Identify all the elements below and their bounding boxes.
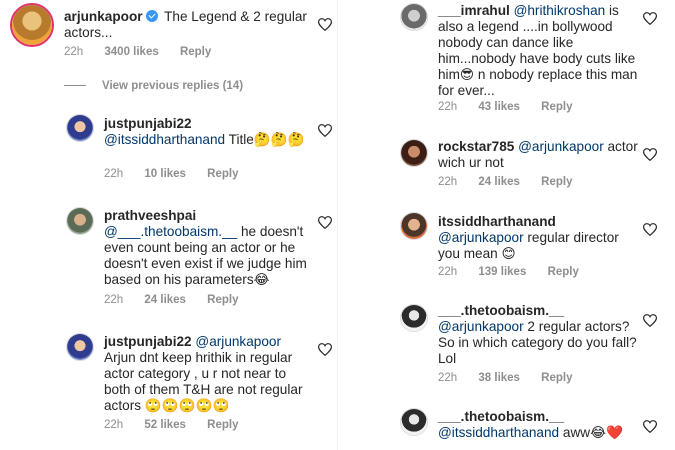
- emoji-laughing: 😂: [253, 272, 270, 287]
- reply-button[interactable]: Reply: [541, 101, 572, 113]
- reply-button[interactable]: Reply: [180, 46, 211, 58]
- avatar[interactable]: [400, 3, 428, 31]
- reply-button[interactable]: Reply: [207, 294, 238, 306]
- heart-icon[interactable]: [643, 223, 657, 236]
- comment-time: 22h: [438, 372, 458, 384]
- comment-username[interactable]: ___imrahul: [438, 3, 510, 18]
- likes-count[interactable]: 24 likes: [144, 294, 186, 306]
- comment-username[interactable]: ___.thetoobaism.__: [438, 409, 564, 424]
- avatar[interactable]: [66, 333, 94, 361]
- avatar[interactable]: [66, 207, 94, 235]
- comment-time: 22h: [104, 294, 124, 306]
- mention-link[interactable]: @___.thetoobaism.__: [104, 224, 237, 239]
- likes-count[interactable]: 52 likes: [144, 419, 186, 431]
- avatar[interactable]: [400, 139, 428, 167]
- avatar[interactable]: [400, 212, 428, 240]
- reply-button[interactable]: Reply: [207, 168, 238, 180]
- avatar[interactable]: [10, 3, 54, 47]
- heart-icon[interactable]: [318, 216, 332, 229]
- reply-button[interactable]: Reply: [548, 266, 579, 278]
- heart-icon[interactable]: [643, 12, 657, 25]
- mention-link[interactable]: @arjunkapoor: [518, 139, 604, 154]
- heart-icon[interactable]: [318, 124, 332, 137]
- heart-icon[interactable]: [643, 314, 657, 327]
- reply-button[interactable]: Reply: [541, 372, 572, 384]
- avatar[interactable]: [400, 304, 428, 332]
- comment-time: 22h: [438, 176, 458, 188]
- view-previous-replies[interactable]: View previous replies (14): [64, 80, 243, 92]
- emoji-eye-roll: 🙄🙄🙄🙄🙄: [144, 398, 230, 413]
- verified-badge-icon: [145, 10, 158, 22]
- avatar[interactable]: [400, 408, 428, 436]
- likes-count[interactable]: 24 likes: [478, 176, 520, 188]
- heart-icon[interactable]: [643, 148, 657, 161]
- mention-link[interactable]: @arjunkapoor: [438, 230, 524, 245]
- comment-username[interactable]: prathveeshpai: [104, 208, 196, 223]
- reply-button[interactable]: Reply: [207, 419, 238, 431]
- comment-time: 22h: [104, 419, 124, 431]
- emoji-smile: 😊: [501, 246, 516, 261]
- emoji-laugh-heart: 😂❤️: [590, 425, 623, 440]
- heart-icon[interactable]: [318, 343, 332, 356]
- reply-button[interactable]: Reply: [541, 176, 572, 188]
- comment-username[interactable]: arjunkapoor: [64, 9, 143, 24]
- column-divider: [337, 0, 338, 450]
- emoji-thinking: 🤔🤔🤔: [253, 132, 305, 147]
- comment-time: 22h: [104, 168, 124, 180]
- view-previous-line: [64, 85, 86, 87]
- comment-time: 22h: [438, 266, 458, 278]
- likes-count[interactable]: 139 likes: [478, 266, 526, 278]
- mention-link[interactable]: @hrithikroshan: [514, 3, 606, 18]
- comment-username[interactable]: itssiddharthanand: [438, 214, 556, 229]
- comment-time: 22h: [64, 46, 84, 58]
- comment-text: aww: [559, 425, 591, 440]
- comment-username[interactable]: justpunjabi22: [104, 116, 192, 131]
- comment-username[interactable]: rockstar785: [438, 139, 514, 154]
- mention-link[interactable]: @arjunkapoor: [438, 319, 524, 334]
- likes-count[interactable]: 10 likes: [144, 168, 186, 180]
- avatar[interactable]: [66, 114, 94, 142]
- heart-icon[interactable]: [643, 420, 657, 433]
- heart-icon[interactable]: [318, 18, 332, 31]
- mention-link[interactable]: @itssiddharthanand: [438, 425, 559, 440]
- comment-username[interactable]: justpunjabi22: [104, 334, 192, 349]
- mention-link[interactable]: @arjunkapoor: [195, 334, 281, 349]
- likes-count[interactable]: 3400 likes: [104, 46, 158, 58]
- emoji-sunglasses: 😎: [459, 67, 475, 82]
- mention-link[interactable]: @itssiddharthanand: [104, 132, 225, 147]
- comment-username[interactable]: ___.thetoobaism.__: [438, 303, 564, 318]
- likes-count[interactable]: 43 likes: [478, 101, 520, 113]
- likes-count[interactable]: 38 likes: [478, 372, 520, 384]
- comment-text: Title: [225, 132, 254, 147]
- comment-time: 22h: [438, 101, 458, 113]
